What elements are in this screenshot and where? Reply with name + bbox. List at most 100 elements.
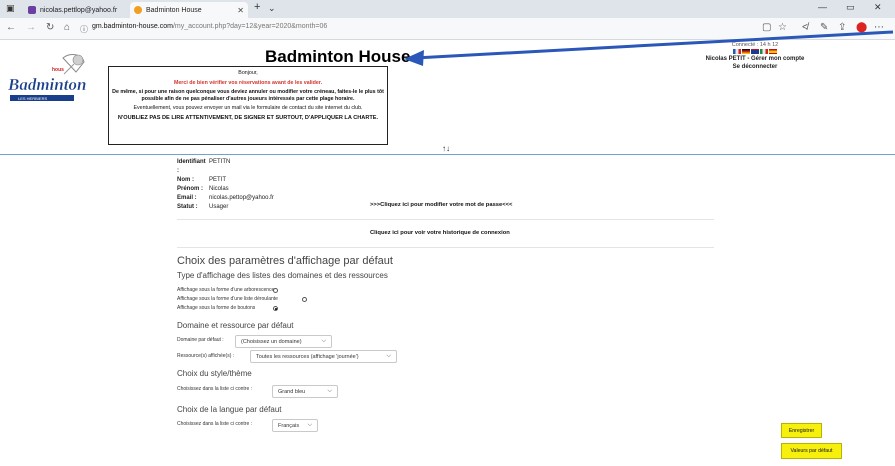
flag-fr-icon[interactable] <box>733 49 741 54</box>
badminton-favicon-icon <box>134 6 142 14</box>
site-title: Badminton House <box>265 47 411 66</box>
option-buttons-radio[interactable] <box>273 306 278 311</box>
browser-tab-bar: ▣ nicolas.pettlop@yahoo.fr Badminton Hou… <box>0 0 895 18</box>
style-label: Choisissez dans la liste ci contre : <box>177 386 253 392</box>
notice-cancel: De même, si pour une raison quelconque v… <box>112 89 384 102</box>
pen-icon[interactable]: ✎ <box>820 22 828 33</box>
tab-mail[interactable]: nicolas.pettlop@yahoo.fr <box>24 2 128 18</box>
email-value: nicolas.pettop@yahoo.fr <box>209 195 274 201</box>
chevron-down-icon: ⌵ <box>321 338 326 344</box>
notice-mail: Eventuellement, vous pouvez envoyer un m… <box>133 105 363 112</box>
chevron-down-icon: ⌵ <box>386 353 391 359</box>
resource-select[interactable]: Toutes les ressources (affichage 'journé… <box>250 350 397 363</box>
back-icon[interactable]: ← <box>6 22 16 33</box>
flag-de-icon[interactable] <box>742 49 750 54</box>
option-tree-radio[interactable] <box>273 288 278 293</box>
sort-toggle-icon[interactable]: ↑↓ <box>442 144 450 153</box>
site-info-icon[interactable]: ⓘ <box>80 24 88 35</box>
list-type-heading: Type d'affichage des listes des domaines… <box>177 271 388 280</box>
resource-label: Ressource(s) affichée(s) : <box>177 353 235 359</box>
email-label: Email : <box>177 195 197 201</box>
language-select[interactable]: Français ⌵ <box>272 419 318 432</box>
reload-icon[interactable]: ↻ <box>46 22 54 33</box>
settings-title: Choix des paramètres d'affichage par déf… <box>177 255 393 267</box>
chevron-down-icon: ⌵ <box>307 422 312 428</box>
tab-mail-label: nicolas.pettlop@yahoo.fr <box>40 6 118 14</box>
flag-uk-icon[interactable] <box>751 49 759 54</box>
language-select-value: Français <box>278 422 300 429</box>
option-buttons-label: Affichage sous la forme de boutons <box>177 305 256 311</box>
reading-view-icon[interactable]: ▢ <box>762 22 771 33</box>
divider <box>177 247 714 248</box>
address-bar-row: ← → ↻ ⌂ ⓘ gm.badminton-house.com/my_acco… <box>0 18 895 40</box>
status-label: Statut : <box>177 204 198 210</box>
lastname-label: Nom : <box>177 177 194 183</box>
notice-box: Bonjour, Merci de bien vérifier vos rése… <box>108 66 388 145</box>
resource-select-value: Toutes les ressources (affichage 'journé… <box>256 353 359 360</box>
id-label: Identifiant : <box>177 159 206 174</box>
divider <box>177 219 714 220</box>
notice-hello: Bonjour, <box>238 70 258 76</box>
status-value: Usager <box>209 204 229 210</box>
language-label: Choisissez dans la liste ci contre : <box>177 421 253 427</box>
id-value: PETITN <box>209 159 231 165</box>
info-row-status: Statut : Usager <box>177 203 274 212</box>
manage-account-link[interactable]: Nicolas PETIT - Gérer mon compte <box>680 55 830 63</box>
logout-link[interactable]: Se déconnecter <box>680 63 830 71</box>
connected-time: Connecté : 14 h 12 <box>731 42 779 48</box>
url-host: gm.badminton-house.com <box>92 23 173 30</box>
window-close-icon[interactable]: ✕ <box>874 2 882 13</box>
option-dropdown-label: Affichage sous la forme d'une liste déro… <box>177 296 278 302</box>
minimize-icon[interactable]: — <box>818 2 827 12</box>
favorite-star-icon[interactable]: ☆ <box>778 22 787 33</box>
mail-favicon-icon <box>28 6 36 14</box>
new-tab-button[interactable]: + <box>254 1 260 13</box>
account-info: Identifiant : PETITN Nom : PETIT Prénom :N… <box>177 158 274 212</box>
firstname-value: Nicolas <box>209 186 229 192</box>
url-field[interactable]: gm.badminton-house.com/my_account.php?da… <box>92 23 327 30</box>
forward-icon[interactable]: → <box>26 22 36 33</box>
option-dropdown-radio[interactable] <box>302 297 307 302</box>
tab-close-icon[interactable]: ✕ <box>237 6 244 15</box>
flag-es-icon[interactable] <box>769 49 777 54</box>
reset-defaults-button[interactable]: Valeurs par défaut <box>781 443 842 459</box>
option-tree-label: Affichage sous la forme d'une arborescen… <box>177 287 275 293</box>
stop-extension-icon[interactable]: ⬤ <box>856 22 867 33</box>
save-button[interactable]: Enregistrer <box>781 423 822 438</box>
info-row-id: Identifiant : PETITN <box>177 158 274 176</box>
tab-actions-icon[interactable]: ▣ <box>6 3 15 14</box>
tab-badminton-label: Badminton House <box>146 6 202 14</box>
language-heading: Choix de la langue par défaut <box>177 405 282 414</box>
domain-select-value: (Choisissez un domaine) <box>241 338 302 345</box>
tab-list-chevron-icon[interactable]: ⌄ <box>268 3 276 14</box>
chevron-down-icon: ⌵ <box>327 388 332 394</box>
info-row-firstname: Prénom : Nicolas <box>177 185 274 194</box>
logo-text: Badminton <box>8 75 86 94</box>
default-domain-heading: Domaine et ressource par défaut <box>177 321 294 330</box>
notice-verify: Merci de bien vérifier vos réservations … <box>173 79 323 86</box>
domain-select[interactable]: (Choisissez un domaine) ⌵ <box>235 335 332 348</box>
domain-label: Domaine par défaut : <box>177 337 224 343</box>
login-history-link[interactable]: Cliquez ici pour voir votre historique d… <box>370 230 510 236</box>
user-panel: Connecté : 14 h 12 Nicolas PETIT - Gérer… <box>680 42 830 71</box>
badminton-logo: hous Badminton LES HERBIERS <box>8 54 87 101</box>
tab-badminton[interactable]: Badminton House ✕ <box>130 2 248 18</box>
info-row-lastname: Nom : PETIT <box>177 176 274 185</box>
flag-it-icon[interactable] <box>760 49 768 54</box>
firstname-label: Prénom : <box>177 186 204 192</box>
favorites-bar-icon[interactable]: ≮ <box>802 22 808 33</box>
language-flags[interactable] <box>680 49 830 54</box>
style-select[interactable]: Grand bleu ⌵ <box>272 385 338 398</box>
share-icon[interactable]: ⇪ <box>838 22 846 33</box>
home-icon[interactable]: ⌂ <box>64 22 70 33</box>
change-password-link[interactable]: >>>Cliquez ici pour modifier votre mot d… <box>370 202 512 208</box>
logo-subtext: LES HERBIERS <box>18 96 47 101</box>
style-select-value: Grand bleu <box>278 388 306 395</box>
url-path: /my_account.php?day=12&year=2020&month=0… <box>172 23 328 30</box>
lastname-value: PETIT <box>209 177 227 183</box>
header-divider <box>0 154 895 155</box>
svg-text:hous: hous <box>52 67 64 73</box>
maximize-icon[interactable]: ▭ <box>846 2 855 13</box>
more-menu-icon[interactable]: ⋯ <box>874 22 884 33</box>
style-heading: Choix du style/thème <box>177 369 252 378</box>
